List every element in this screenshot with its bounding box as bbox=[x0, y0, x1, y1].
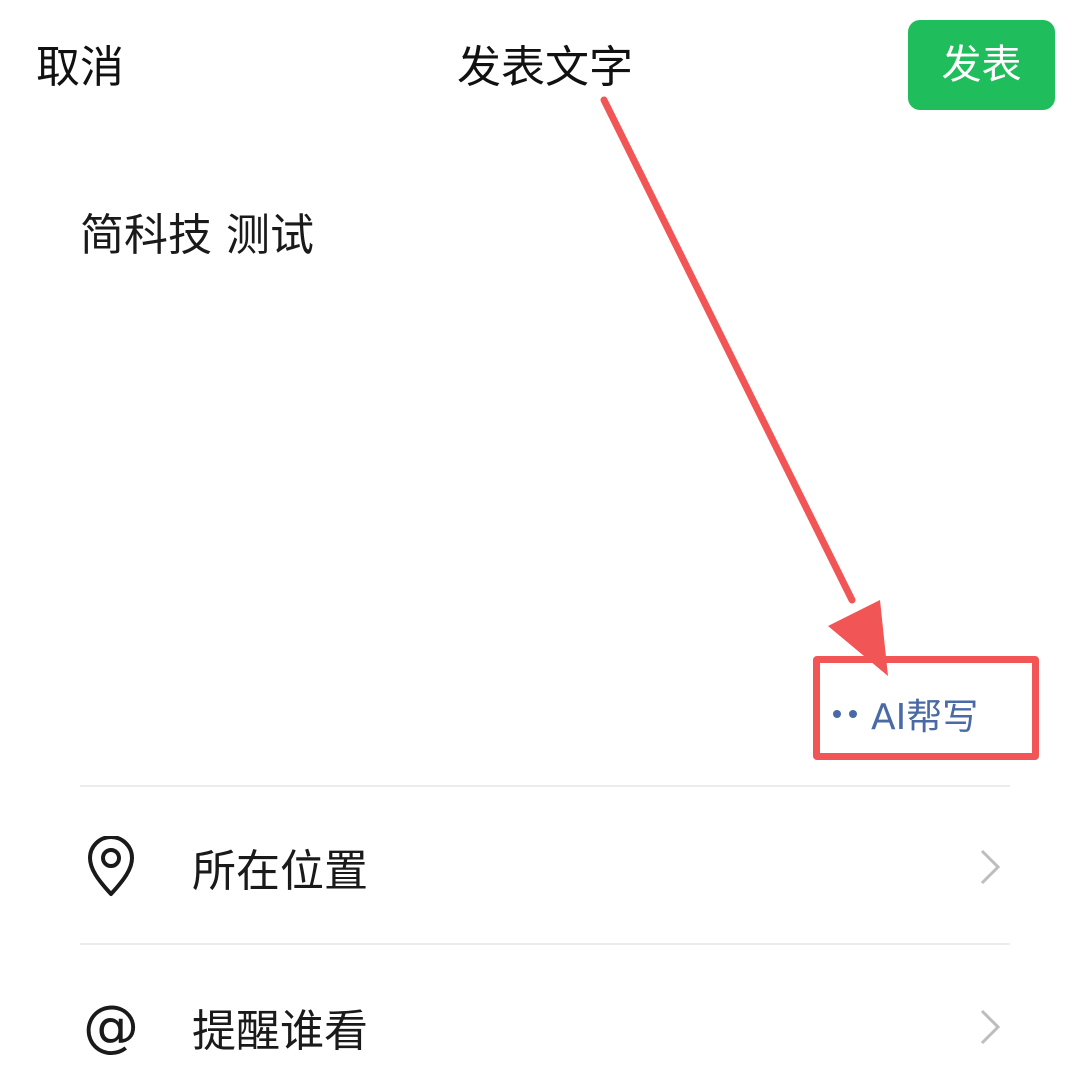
mention-label: 提醒谁看 bbox=[192, 1006, 368, 1057]
divider bbox=[80, 785, 1010, 787]
post-text-input[interactable]: 简科技 测试 bbox=[80, 206, 314, 266]
chevron-right-icon bbox=[970, 1002, 1010, 1052]
mention-row[interactable]: @ 提醒谁看 bbox=[80, 972, 1010, 1082]
location-pin-icon bbox=[80, 836, 142, 898]
location-row[interactable]: 所在位置 bbox=[80, 812, 1010, 922]
location-label: 所在位置 bbox=[192, 846, 368, 897]
page-title: 发表文字 bbox=[457, 42, 633, 93]
compose-post-screen: 取消 发表文字 发表 简科技 测试 AI帮写 所在位置 @ 提醒谁看 bbox=[0, 0, 1080, 1080]
cancel-button[interactable]: 取消 bbox=[36, 38, 124, 98]
publish-button[interactable]: 发表 bbox=[908, 20, 1055, 110]
at-sign-icon: @ bbox=[83, 994, 139, 1059]
divider bbox=[80, 943, 1010, 945]
chevron-right-icon bbox=[970, 842, 1010, 892]
annotation-highlight-box bbox=[813, 656, 1039, 760]
